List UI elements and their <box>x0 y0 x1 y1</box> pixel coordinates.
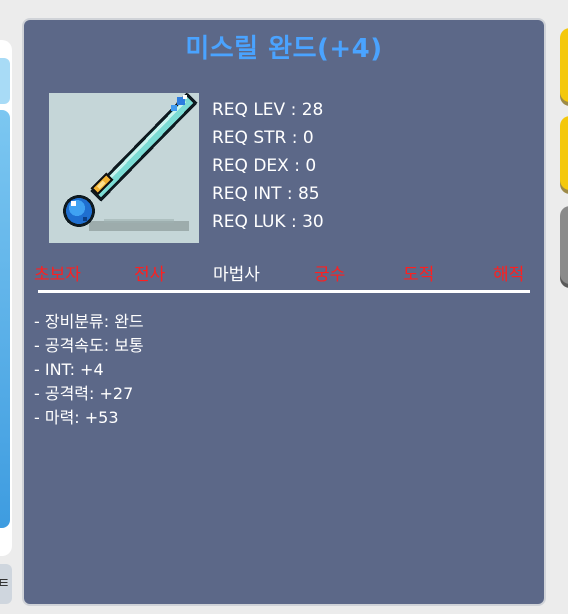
item-name: 미스릴 완드(+4) <box>185 34 383 64</box>
stat-attack: - 공격력: +27 <box>34 384 134 403</box>
job-warrior: 전사 <box>134 265 166 285</box>
req-str: REQ STR : 0 <box>212 128 314 148</box>
job-bowman: 궁수 <box>314 265 346 285</box>
item-tooltip: 미스릴 완드(+4) REQ LEV : 28 REQ STR: 0 REQ … <box>24 20 544 604</box>
side-panel-header <box>0 58 10 104</box>
stat-category: - 장비분류: 완드 <box>34 312 144 331</box>
side-corner-tab[interactable]: ㅌ <box>0 564 12 604</box>
side-panel-scrollbar[interactable] <box>0 110 10 528</box>
job-list: 초보자 전사 마법사 궁수 도적 해적 <box>32 260 538 285</box>
mithril-wand-icon <box>49 92 199 243</box>
requirements-list: REQ LEV : 28 REQ STR : 0 REQ DEX : 0 REQ… <box>212 96 324 236</box>
job-pirate: 해적 <box>493 265 525 285</box>
stat-magic: - 마력: +53 <box>34 408 119 427</box>
menu-button-2[interactable] <box>560 116 568 190</box>
divider <box>38 290 530 293</box>
req-dex: REQ DEX : 0 <box>212 156 317 176</box>
menu-button-3[interactable] <box>560 206 568 284</box>
req-int: REQ INT : 85 <box>212 184 320 204</box>
stat-attack-speed: - 공격속도: 보통 <box>34 336 144 355</box>
side-panel <box>0 40 12 556</box>
req-level: REQ LEV : 28 <box>212 100 324 120</box>
stat-int: - INT: +4 <box>34 360 104 379</box>
menu-button-1[interactable] <box>560 28 568 102</box>
item-stats: - 장비분류: 완드 - 공격속도: 보통 - INT: +4 - 공격력: +… <box>34 310 144 430</box>
req-luk: REQ LUK : 30 <box>212 212 324 232</box>
job-thief: 도적 <box>403 265 435 285</box>
job-magician: 마법사 <box>213 265 260 285</box>
job-beginner: 초보자 <box>34 265 81 285</box>
